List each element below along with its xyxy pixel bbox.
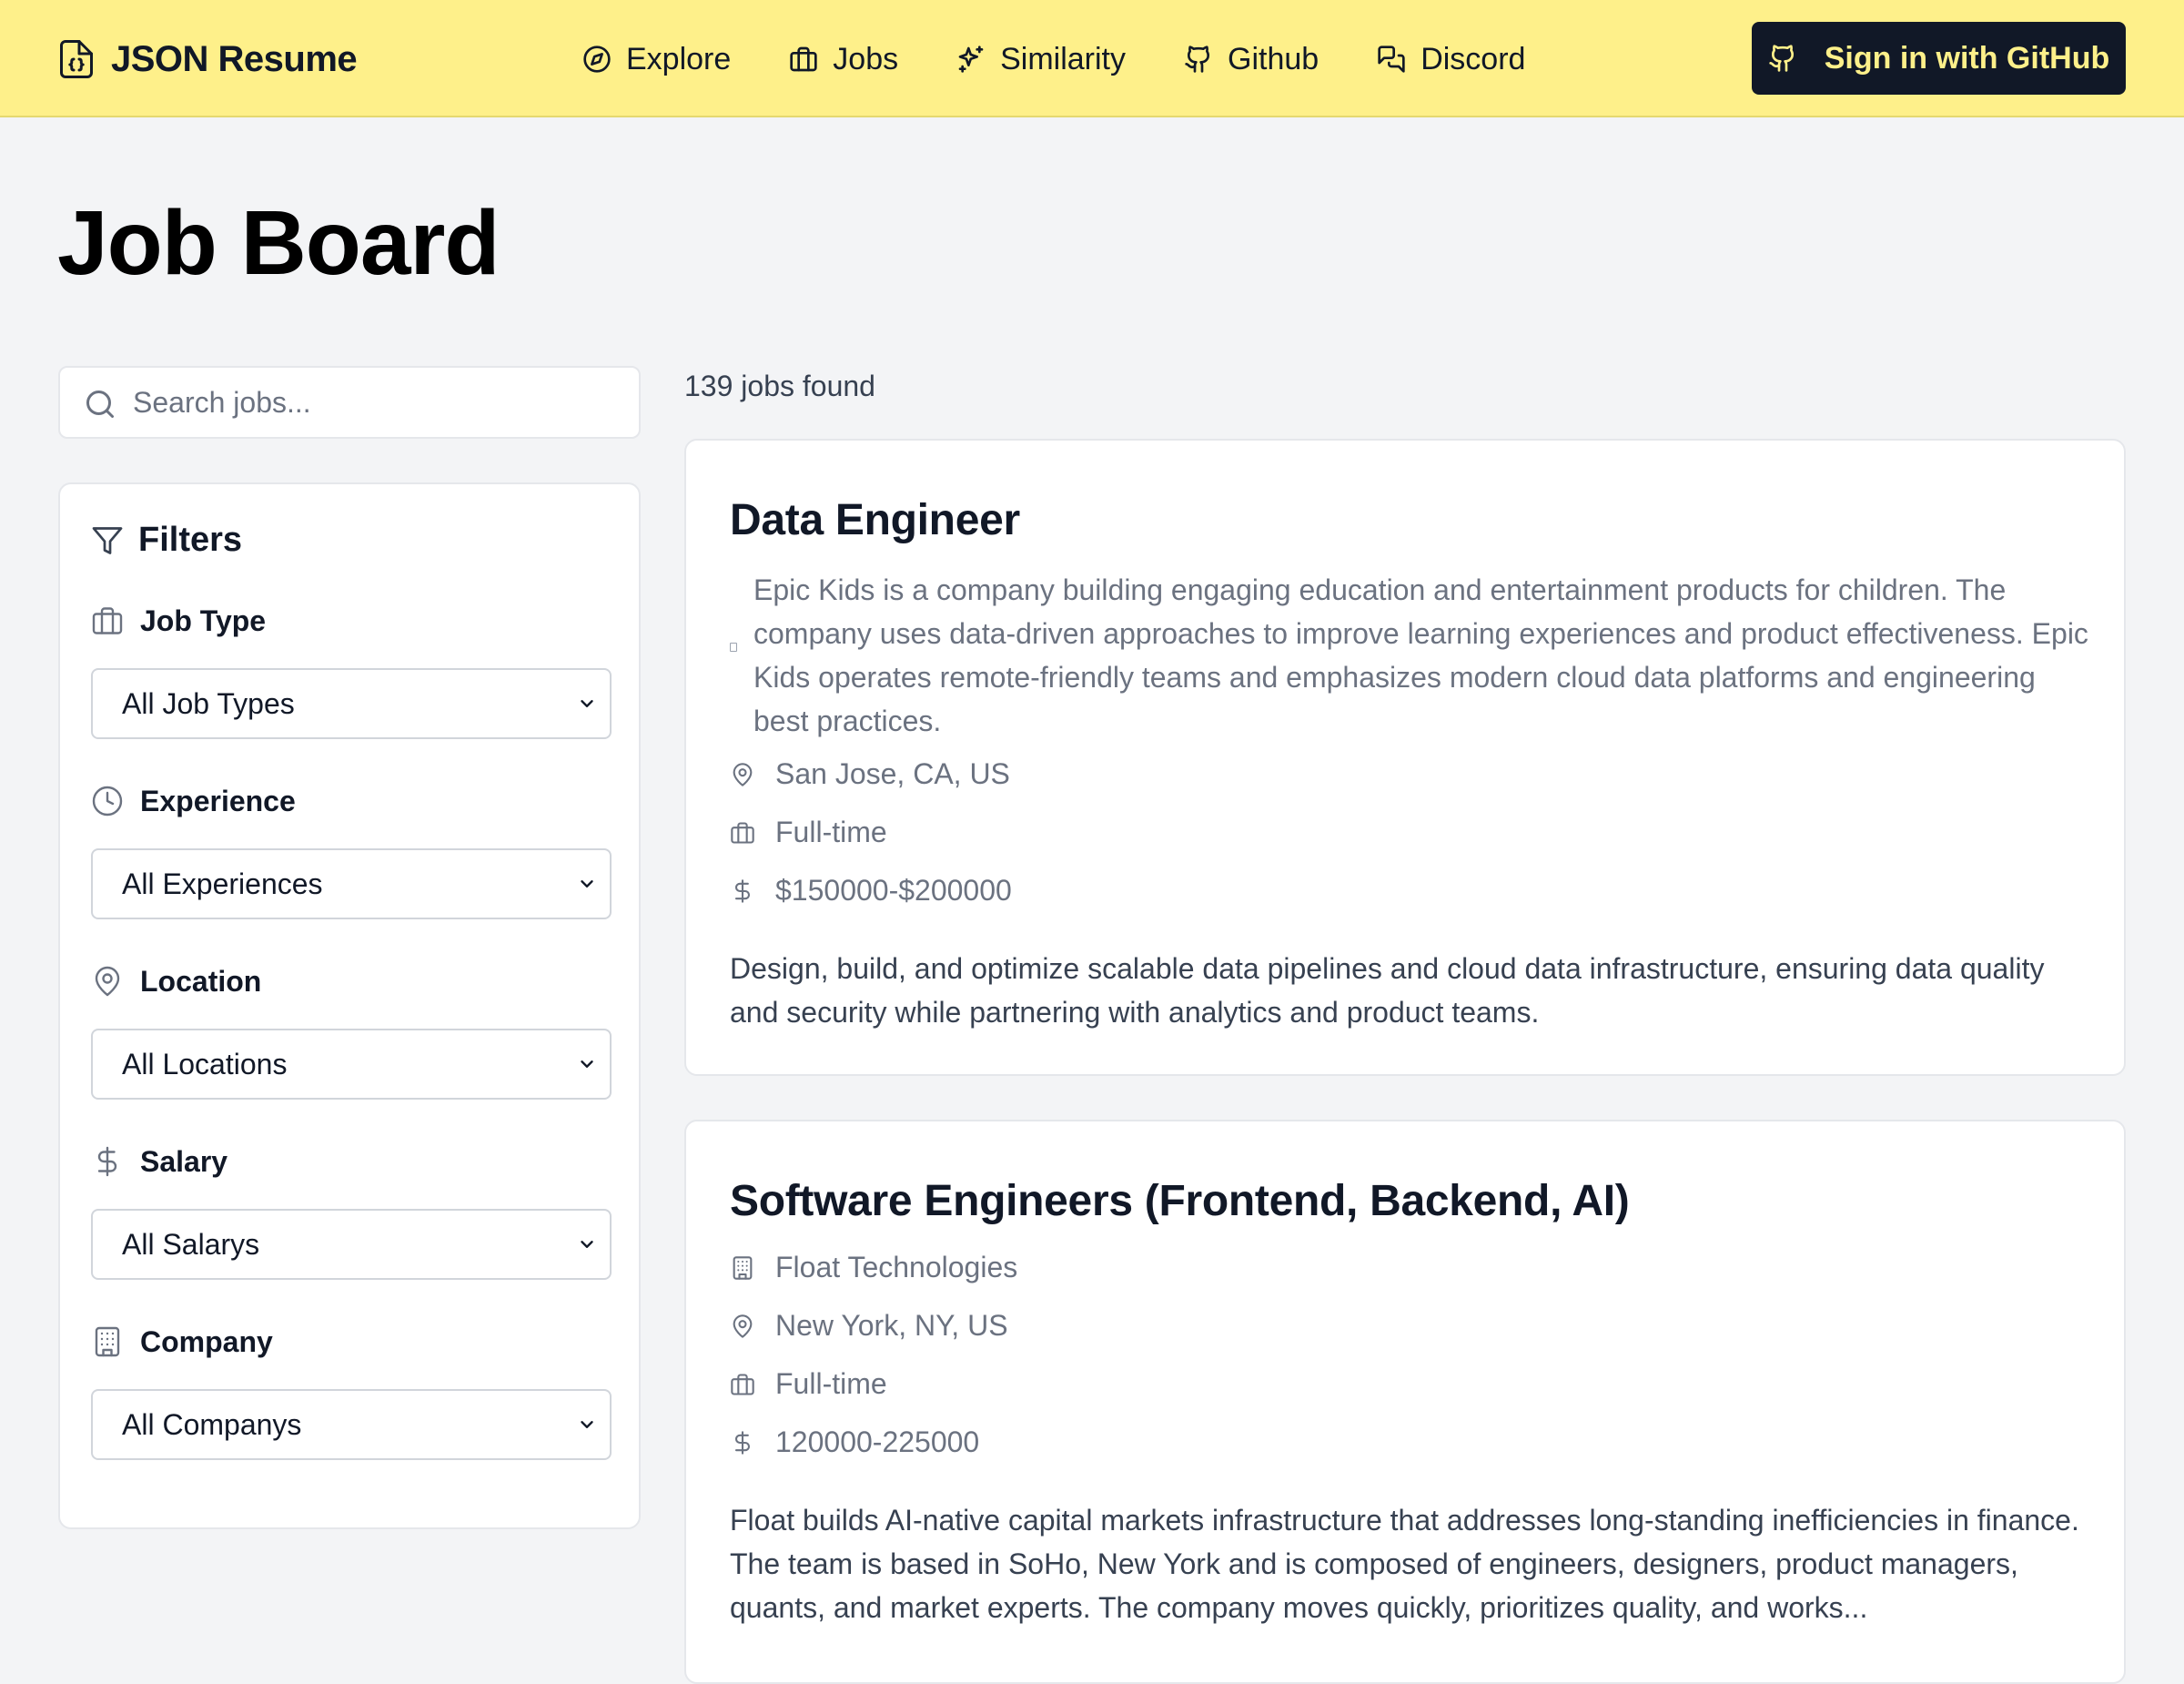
filter-label: Location [140, 964, 262, 998]
job-location: New York, NY, US [730, 1309, 1008, 1343]
job-type-text: Full-time [775, 1367, 887, 1400]
experience-select[interactable]: All Experiences [91, 848, 612, 919]
location-text: San Jose, CA, US [775, 757, 1010, 790]
job-salary: 120000-225000 [730, 1425, 979, 1459]
sign-in-github-button[interactable]: Sign in with GitHub [1752, 22, 2126, 95]
chat-bubbles-icon [1377, 45, 1406, 74]
job-description: Float builds AI-native capital markets i… [730, 1504, 2079, 1624]
sign-in-label: Sign in with GitHub [1824, 40, 2110, 76]
github-icon [1184, 45, 1213, 74]
chevron-down-icon [577, 1415, 597, 1435]
nav-explore[interactable]: Explore [582, 42, 731, 77]
filter-company: Company All Companys [91, 1324, 612, 1460]
nav-similarity[interactable]: Similarity [956, 42, 1126, 77]
nav-jobs[interactable]: Jobs [789, 42, 898, 77]
company-text: Float Technologies [775, 1251, 1018, 1283]
company-description: Epic Kids is a company building engaging… [730, 568, 2095, 743]
select-value: All Locations [122, 1047, 288, 1080]
map-pin-icon [730, 1314, 755, 1339]
nav-label: Discord [1421, 41, 1526, 76]
job-location: San Jose, CA, US [730, 757, 1010, 791]
filter-label: Job Type [140, 604, 267, 637]
nav-label: Github [1228, 41, 1320, 76]
map-pin-icon [91, 965, 124, 998]
job-type: Full-time [730, 1367, 887, 1401]
job-type: Full-time [730, 816, 887, 849]
filter-job-type: Job Type All Job Types [91, 603, 612, 739]
salary-text: $150000-$200000 [775, 874, 1012, 907]
select-value: All Job Types [122, 686, 295, 720]
brand-link[interactable]: JSON Resume [60, 36, 358, 82]
job-title[interactable]: Software Engineers (Frontend, Backend, A… [730, 1176, 1630, 1226]
github-icon [1768, 44, 1797, 73]
results-count: 139 jobs found [684, 370, 875, 402]
page-title: Job Board [57, 192, 500, 294]
nav-github[interactable]: Github [1184, 42, 1319, 77]
sparkles-icon [956, 45, 986, 74]
search-box [58, 366, 641, 439]
job-card[interactable]: Data Engineer Epic Kids is a company bui… [684, 439, 2126, 1076]
main-nav: Explore Jobs Similarity Github Discord [582, 36, 1525, 82]
map-pin-icon [730, 762, 755, 787]
dollar-icon [730, 1430, 755, 1456]
briefcase-icon [91, 604, 124, 637]
company-description-text: Epic Kids is a company building engaging… [753, 573, 2088, 737]
job-description: Design, build, and optimize scalable dat… [730, 952, 2045, 1029]
select-value: All Salarys [122, 1227, 260, 1261]
filter-label: Experience [140, 784, 296, 817]
select-value: All Companys [122, 1407, 302, 1441]
search-input[interactable] [133, 368, 624, 437]
filter-label: Company [140, 1324, 273, 1358]
top-navbar: JSON Resume Explore Jobs Similarity Gith… [0, 0, 2184, 117]
dollar-icon [730, 878, 755, 904]
chevron-down-icon [577, 1234, 597, 1254]
briefcase-icon [730, 820, 755, 846]
filter-salary: Salary All Salarys [91, 1143, 612, 1280]
filter-label: Salary [140, 1144, 228, 1178]
filters-header: Filters [91, 521, 242, 560]
company-select[interactable]: All Companys [91, 1389, 612, 1460]
dollar-icon [91, 1145, 124, 1178]
job-type-select[interactable]: All Job Types [91, 668, 612, 739]
brand-name: JSON Resume [111, 38, 358, 79]
search-icon [84, 388, 116, 421]
job-company: Float Technologies [730, 1251, 1017, 1284]
salary-text: 120000-225000 [775, 1425, 980, 1458]
filters-title: Filters [138, 521, 243, 559]
briefcase-icon [789, 45, 818, 74]
company-logo-image [730, 643, 737, 652]
chevron-down-icon [577, 1054, 597, 1074]
nav-label: Similarity [1000, 41, 1127, 76]
briefcase-icon [730, 1372, 755, 1397]
building-icon [91, 1325, 124, 1358]
building-icon [730, 1255, 755, 1281]
chevron-down-icon [577, 874, 597, 894]
job-salary: $150000-$200000 [730, 874, 1012, 908]
chevron-down-icon [577, 694, 597, 714]
job-title[interactable]: Data Engineer [730, 495, 1020, 545]
filter-experience: Experience All Experiences [91, 783, 612, 919]
nav-discord[interactable]: Discord [1377, 42, 1525, 77]
filter-location: Location All Locations [91, 963, 612, 1100]
location-select[interactable]: All Locations [91, 1029, 612, 1100]
job-type-text: Full-time [775, 816, 887, 848]
clock-icon [91, 785, 124, 817]
nav-label: Jobs [833, 41, 899, 76]
nav-label: Explore [626, 41, 732, 76]
filters-panel: Filters Job Type All Job Types Experienc… [58, 482, 641, 1529]
file-json-icon [60, 40, 93, 78]
filter-icon [91, 524, 124, 557]
compass-icon [582, 45, 612, 74]
salary-select[interactable]: All Salarys [91, 1209, 612, 1280]
select-value: All Experiences [122, 867, 323, 900]
location-text: New York, NY, US [775, 1309, 1008, 1342]
job-card[interactable]: Software Engineers (Frontend, Backend, A… [684, 1120, 2126, 1684]
